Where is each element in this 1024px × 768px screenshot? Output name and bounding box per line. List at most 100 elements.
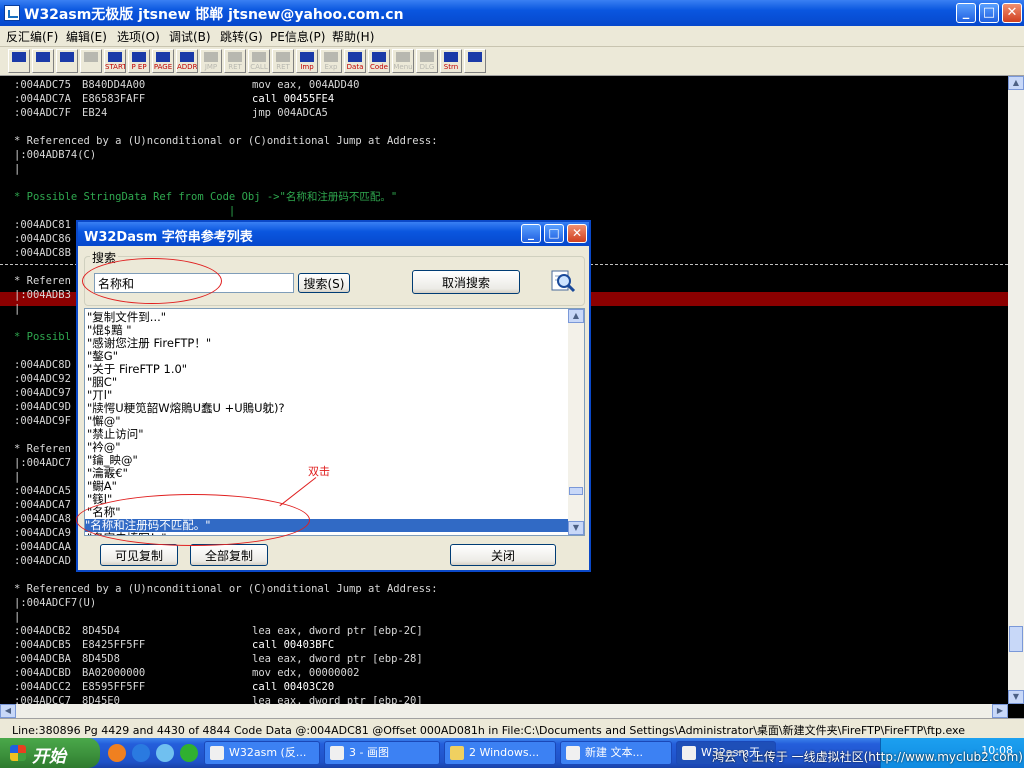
code-addr: :004ADC9D <box>14 401 71 413</box>
code-line[interactable]: | <box>0 610 1008 624</box>
toolbar-button-15[interactable]: Code Hex <box>368 49 390 73</box>
toolbar-button-label: RET <box>228 63 242 71</box>
string-list-item[interactable]: "懈@" <box>87 415 567 428</box>
toolbar-button-11[interactable]: RET <box>272 49 294 73</box>
code-line-text: | <box>14 303 21 315</box>
code-line[interactable]: :004ADCBD BA02000000 mov edx, 00000002 <box>0 666 1008 680</box>
messenger-quicklaunch-icon[interactable] <box>180 744 198 762</box>
toolbar-button-3[interactable] <box>80 49 102 73</box>
vertical-scroll-thumb[interactable] <box>1009 626 1023 652</box>
task-w32asm-1[interactable]: W32asm (反... <box>204 741 320 765</box>
scroll-left-icon[interactable]: ◀ <box>0 704 16 718</box>
code-line[interactable]: | <box>0 162 1008 176</box>
toolbar-button-label: RET <box>276 63 290 71</box>
code-line[interactable]: :004ADC7A E86583FAFF call 00455FE4 <box>0 92 1008 106</box>
string-list-item[interactable]: "禁止访问" <box>87 428 567 441</box>
code-line[interactable]: :004ADCBA 8D45D8 lea eax, dword ptr [ebp-2… <box>0 652 1008 666</box>
toolbar-button-17[interactable]: DLG REF <box>416 49 438 73</box>
toolbar-button-label: CALL <box>250 63 268 71</box>
toolbar-button-18[interactable]: Strn REF <box>440 49 462 73</box>
start-button[interactable]: 开始 <box>0 738 100 768</box>
dialog-close-action-button[interactable]: 关闭 <box>450 544 556 566</box>
code-line[interactable]: :004ADC7F EB24 jmp 004ADCA5 <box>0 106 1008 120</box>
code-line-text: * Referenced by a (U)nconditional or (C)… <box>14 583 438 595</box>
code-line[interactable]: :004ADCB5 E8425FF5FF call 00403BFC <box>0 638 1008 652</box>
task-paint[interactable]: 3 - 画图 <box>324 741 440 765</box>
copy-all-button[interactable]: 全部复制 <box>190 544 268 566</box>
menu-pe-info[interactable]: PE信息(P) <box>270 28 325 45</box>
menu-goto[interactable]: 跳转(G) <box>220 28 263 45</box>
print-icon <box>468 52 482 62</box>
main-title-bar[interactable]: W32asm无极版 jtsnew 邯郸 jtsnew@yahoo.com.cn … <box>0 0 1024 26</box>
menu-debug[interactable]: 调试(B) <box>169 28 211 45</box>
show-desktop-icon[interactable] <box>156 744 174 762</box>
toolbar-button-10[interactable]: CALL <box>248 49 270 73</box>
string-list-item[interactable]: "衿@" <box>87 441 567 454</box>
code-line-text: * Possible StringData Ref from Code Obj … <box>14 191 398 203</box>
string-list-item[interactable]: "牍愕U粳笕韶W熔鵙U蠢U +U鵙U躭)? <box>87 402 567 415</box>
code-line[interactable]: | <box>0 204 1008 218</box>
task-windows-explorer[interactable]: 2 Windows... <box>444 741 556 765</box>
string-list-item[interactable]: "复制文件到..." <box>87 311 567 324</box>
menu-disassemble[interactable]: 反汇编(F) <box>6 28 58 45</box>
code-line[interactable]: * Referenced by a (U)nconditional or (C)… <box>0 134 1008 148</box>
cancel-search-button[interactable]: 取消搜索 <box>412 270 520 294</box>
vertical-scrollbar[interactable]: ▲ ▼ <box>1008 76 1024 704</box>
code-line[interactable]: :004ADCB2 8D45D4 lea eax, dword ptr [ebp-2… <box>0 624 1008 638</box>
dialog-title-bar[interactable]: W32Dasm 字符串参考列表 _ □ ✕ <box>78 222 589 246</box>
minimize-button[interactable]: _ <box>956 3 976 23</box>
toolbar-button-2[interactable] <box>56 49 78 73</box>
scroll-up-icon[interactable]: ▲ <box>1008 76 1024 90</box>
toolbar-button-12[interactable]: Imp Fn <box>296 49 318 73</box>
string-list-item[interactable]: "感谢您注册 FireFTP！" <box>87 337 567 350</box>
code-line[interactable]: |:004ADCF7(U) <box>0 596 1008 610</box>
close-button[interactable]: ✕ <box>1002 3 1022 23</box>
maximize-button[interactable]: □ <box>979 3 999 23</box>
menu-help[interactable]: 帮助(H) <box>332 28 374 45</box>
toolbar-button-label: ADDR <box>177 63 198 71</box>
string-list-scrollbar[interactable]: ▲ ▼ <box>568 309 584 535</box>
code-line[interactable]: * Referenced by a (U)nconditional or (C)… <box>0 582 1008 596</box>
toolbar-button-5[interactable]: P EP <box>128 49 150 73</box>
toolbar-button-13[interactable]: Exp Fn <box>320 49 342 73</box>
string-list-item[interactable]: "关于 FireFTP 1.0" <box>87 363 567 376</box>
code-line-text: |:004ADB3 <box>14 289 71 301</box>
code-line[interactable]: * Possible StringData Ref from Code Obj … <box>0 190 1008 204</box>
horizontal-scrollbar[interactable]: ◀ ▶ <box>0 704 1008 718</box>
task-notepad[interactable]: 新建 文本... <box>560 741 672 765</box>
code-line[interactable]: :004ADC75 B840DD4A00 mov eax, 004ADD40 <box>0 78 1008 92</box>
list-scroll-down-icon[interactable]: ▼ <box>568 521 584 535</box>
address-icon <box>180 52 194 62</box>
firefox-quicklaunch-icon[interactable] <box>108 744 126 762</box>
list-scroll-thumb[interactable] <box>569 487 583 495</box>
list-scroll-up-icon[interactable]: ▲ <box>568 309 584 323</box>
w32asm-app-icon[interactable] <box>4 5 20 21</box>
dialog-minimize-button[interactable]: _ <box>521 224 541 243</box>
toolbar-button-9[interactable]: RET <box>224 49 246 73</box>
toolbar-button-7[interactable]: ADDR <box>176 49 198 73</box>
menu-edit[interactable]: 编辑(E) <box>66 28 107 45</box>
toolbar-button-6[interactable]: PAGE <box>152 49 174 73</box>
toolbar-button-0[interactable] <box>8 49 30 73</box>
code-line[interactable]: |:004ADB74(C) <box>0 148 1008 162</box>
string-list-item[interactable]: "鳚A" <box>87 480 567 493</box>
dialog-maximize-button[interactable]: □ <box>544 224 564 243</box>
toolbar-button-16[interactable]: Menu REF <box>392 49 414 73</box>
copy-visible-button[interactable]: 可见复制 <box>100 544 178 566</box>
toolbar-button-4[interactable]: START <box>104 49 126 73</box>
code-line[interactable]: :004ADCC7 8D45E0 lea eax, dword ptr [ebp-2… <box>0 694 1008 704</box>
search-button[interactable]: 搜索(S) <box>298 273 350 293</box>
code-addr: :004ADCBD <box>14 667 71 679</box>
toolbar-button-8[interactable]: JMP <box>200 49 222 73</box>
ie-quicklaunch-icon[interactable] <box>132 744 150 762</box>
toolbar-button-14[interactable]: Data Hex <box>344 49 366 73</box>
return-icon <box>228 52 242 62</box>
scroll-down-icon[interactable]: ▼ <box>1008 690 1024 704</box>
code-line[interactable]: :004ADCC2 E8595FF5FF call 00403C20 <box>0 680 1008 694</box>
scroll-right-icon[interactable]: ▶ <box>992 704 1008 718</box>
toolbar-button-1[interactable] <box>32 49 54 73</box>
toolbar-button-19[interactable] <box>464 49 486 73</box>
string-list-item[interactable]: "胭C" <box>87 376 567 389</box>
dialog-close-button[interactable]: ✕ <box>567 224 587 243</box>
menu-options[interactable]: 选项(O) <box>117 28 160 45</box>
